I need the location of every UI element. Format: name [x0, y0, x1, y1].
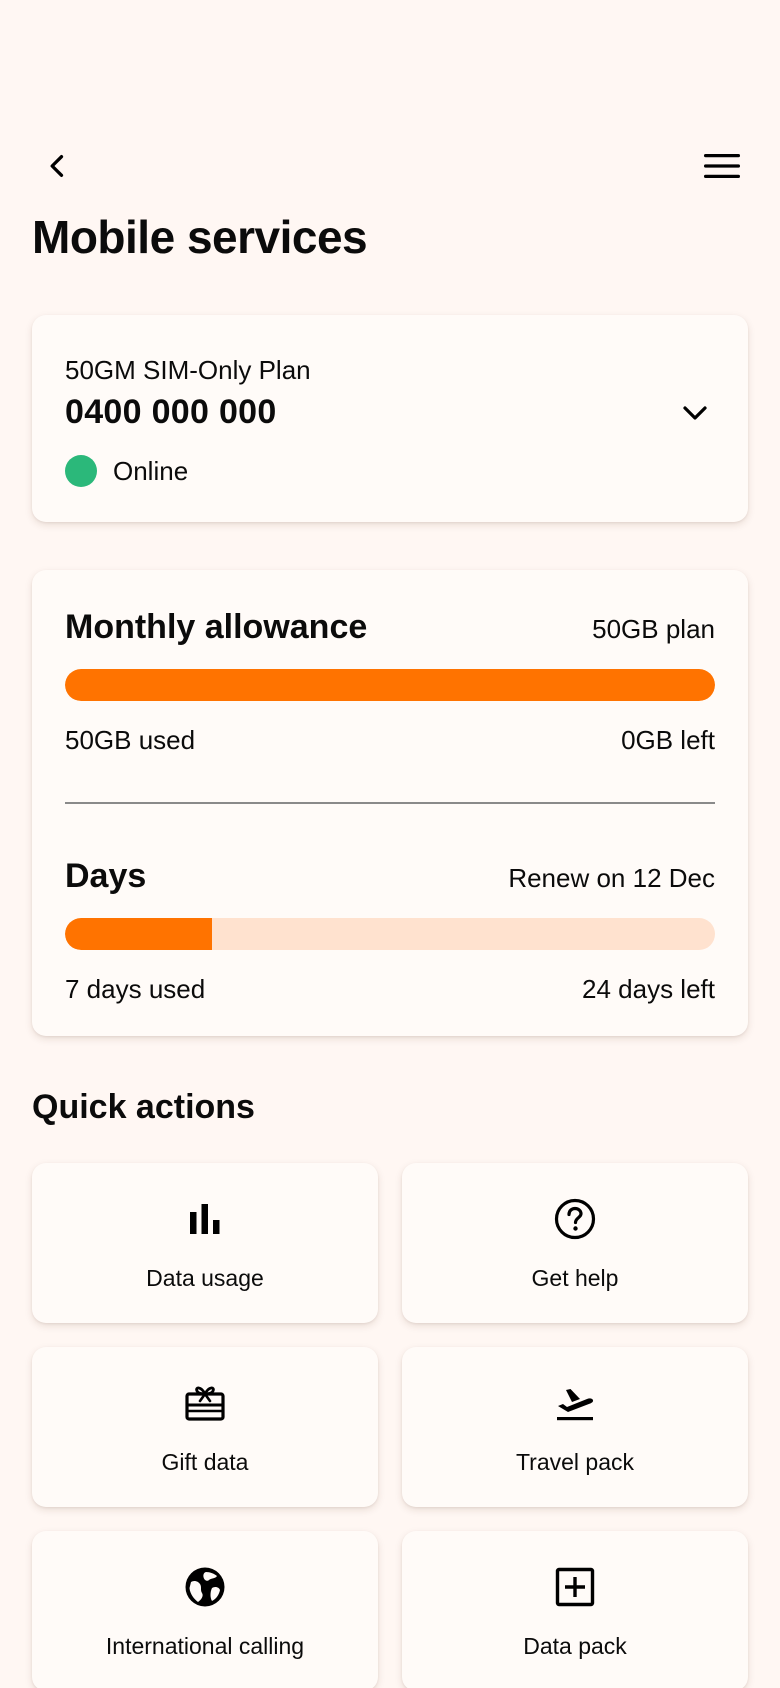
plan-size-label: 50GB plan — [592, 614, 715, 644]
bar-chart-icon — [190, 1204, 220, 1234]
expand-plan-button[interactable] — [680, 398, 710, 433]
days-progress-bar — [65, 918, 715, 950]
days-title: Days — [65, 857, 147, 895]
question-circle-icon — [554, 1198, 596, 1240]
international-calling-button[interactable]: International calling — [32, 1531, 378, 1688]
back-button[interactable] — [32, 140, 84, 192]
days-progress-fill — [65, 918, 212, 950]
get-help-button[interactable]: Get help — [402, 1163, 748, 1323]
globe-icon — [185, 1567, 225, 1607]
allowance-card: Monthly allowance 50GB plan 50GB used 0G… — [32, 570, 748, 1036]
days-used-label: 7 days used — [65, 974, 206, 1004]
data-used-label: 50GB used — [65, 725, 196, 755]
chevron-left-icon — [50, 155, 64, 177]
gift-data-button[interactable]: Gift data — [32, 1347, 378, 1507]
data-allowance-section: Monthly allowance 50GB plan 50GB used 0G… — [65, 608, 715, 756]
menu-button[interactable] — [696, 140, 748, 192]
renew-date-label: Renew on 12 Dec — [508, 863, 715, 893]
action-label: Data pack — [523, 1633, 627, 1659]
action-label: Get help — [531, 1265, 619, 1291]
action-label: Travel pack — [515, 1449, 635, 1475]
phone-number: 0400 000 000 — [65, 393, 277, 431]
hamburger-menu-icon — [704, 154, 740, 178]
quick-actions-grid: Data usage Get help Gift data Travel pac… — [32, 1163, 748, 1688]
airplane-takeoff-icon — [557, 1389, 594, 1421]
quick-actions-heading: Quick actions — [32, 1088, 255, 1126]
top-bar — [32, 140, 748, 192]
status-indicator-dot — [65, 455, 97, 487]
data-usage-progress-bar — [65, 669, 715, 701]
days-section: Days Renew on 12 Dec 7 days used 24 days… — [65, 857, 715, 1005]
plan-name: 50GM SIM-Only Plan — [65, 355, 311, 385]
data-left-label: 0GB left — [621, 725, 715, 755]
status-text: Online — [113, 455, 189, 486]
plus-square-icon — [555, 1567, 595, 1607]
action-label: Gift data — [161, 1449, 249, 1475]
section-divider — [65, 802, 715, 804]
chevron-down-icon — [683, 406, 707, 420]
data-usage-button[interactable]: Data usage — [32, 1163, 378, 1323]
data-usage-progress-fill — [65, 669, 715, 701]
days-left-label: 24 days left — [582, 974, 715, 1004]
service-status: Online — [65, 455, 188, 487]
action-label: Data usage — [146, 1265, 264, 1291]
allowance-title: Monthly allowance — [65, 608, 368, 646]
page-title: Mobile services — [32, 211, 368, 263]
travel-pack-button[interactable]: Travel pack — [402, 1347, 748, 1507]
action-label: International calling — [105, 1633, 305, 1659]
mobile-services-screen: Mobile services 50GM SIM-Only Plan 0400 … — [0, 0, 780, 1688]
data-pack-button[interactable]: Data pack — [402, 1531, 748, 1688]
gift-icon — [185, 1386, 225, 1421]
plan-selector-card[interactable]: 50GM SIM-Only Plan 0400 000 000 Online — [32, 315, 748, 522]
